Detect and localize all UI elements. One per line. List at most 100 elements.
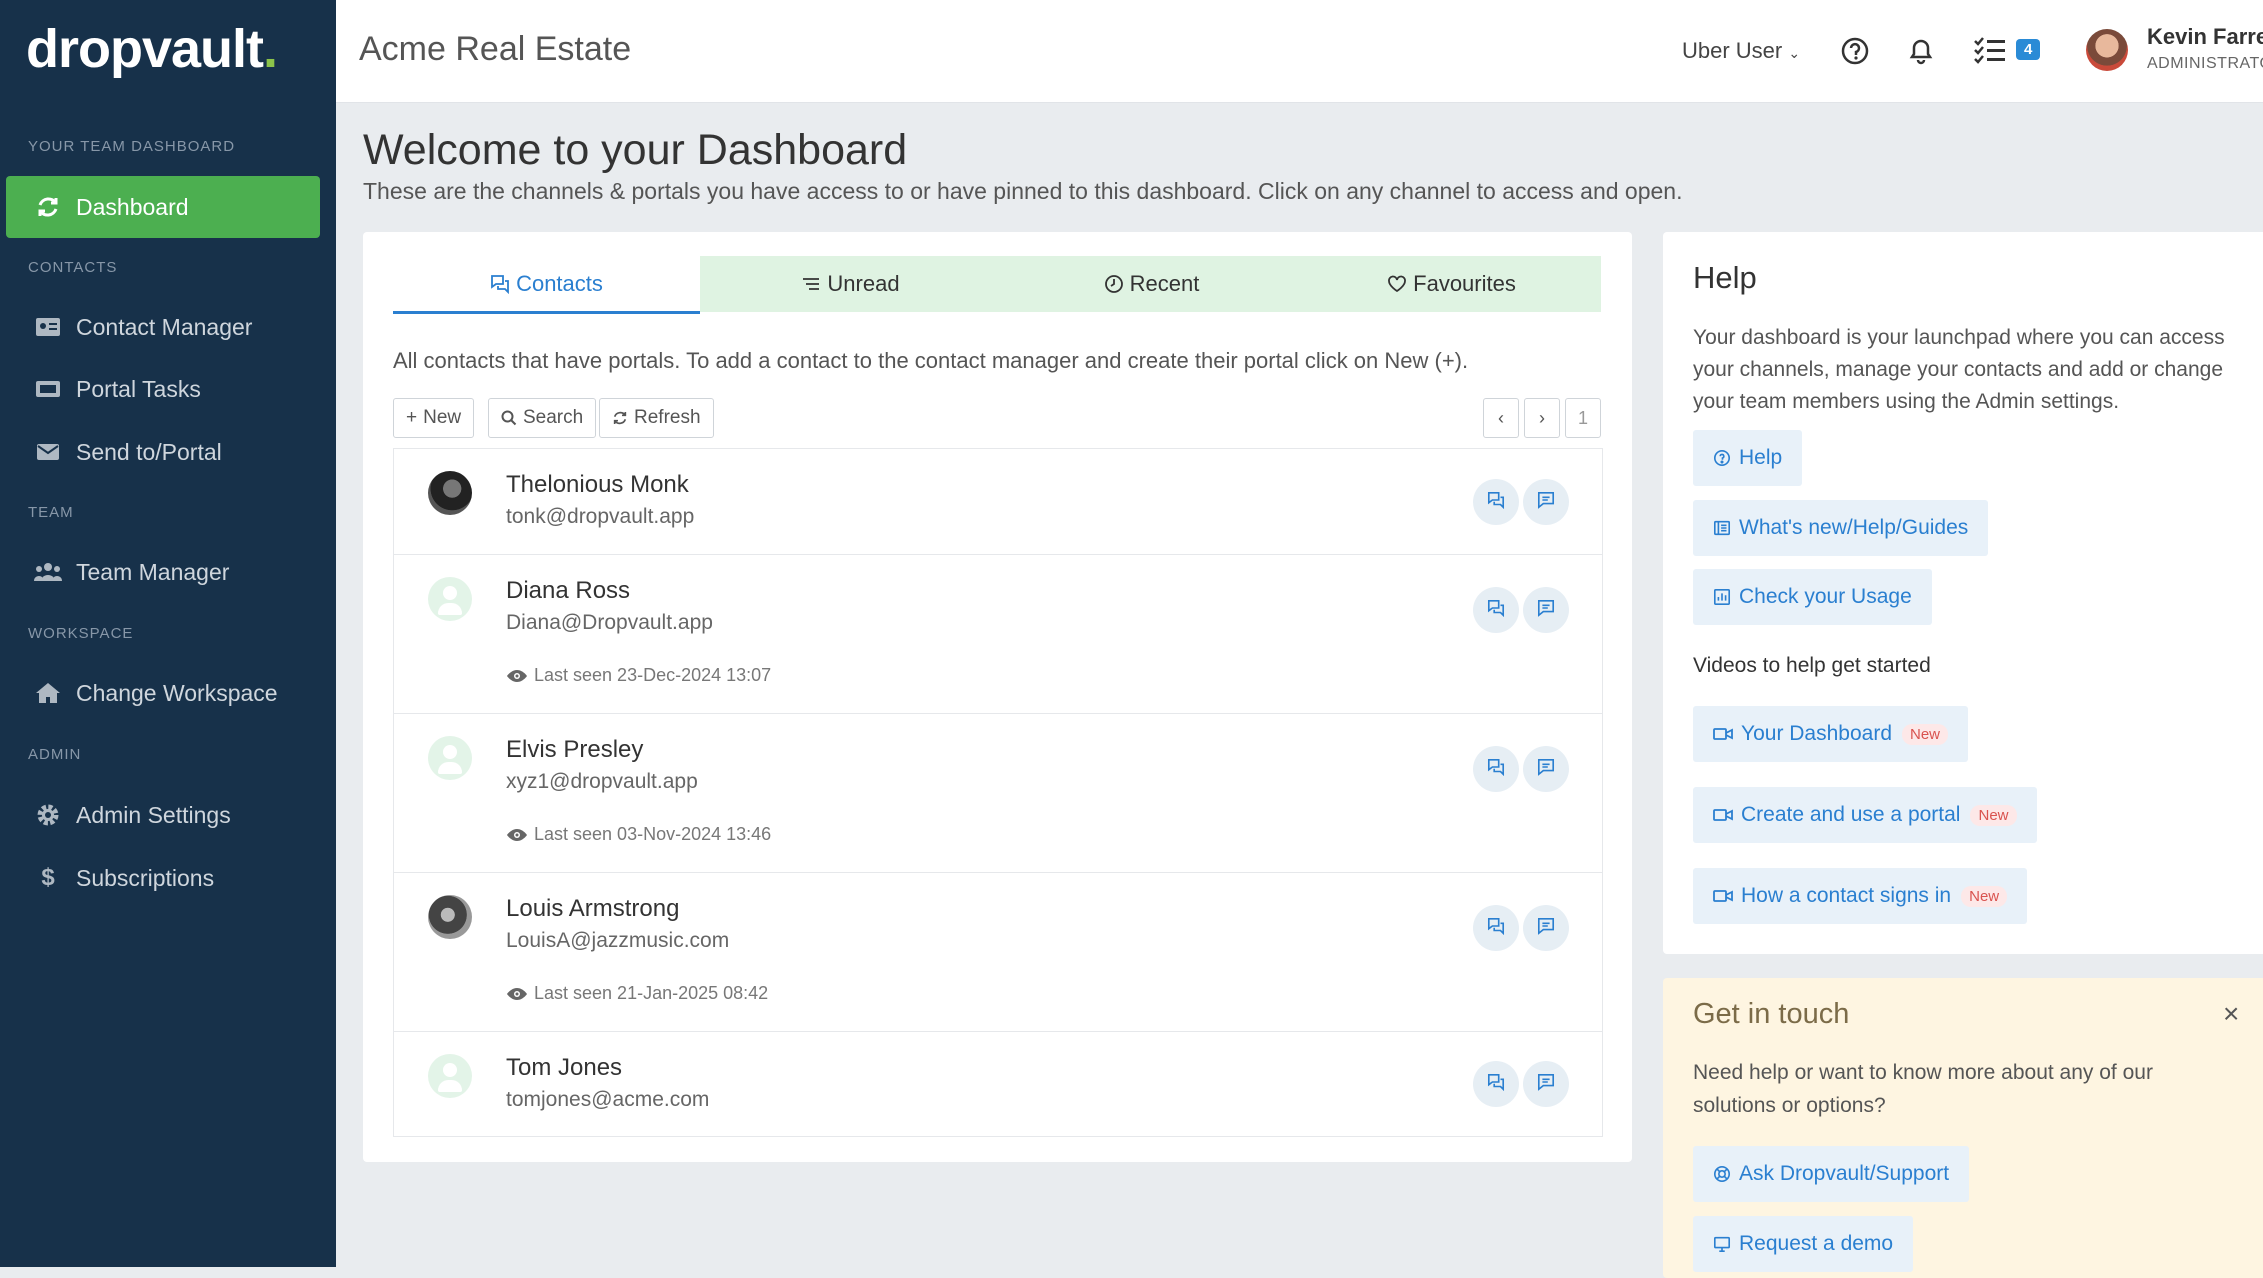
sidebar-item-label: Subscriptions [76, 864, 215, 891]
section-contacts: CONTACTS [28, 259, 118, 276]
open-portal-button[interactable] [1473, 479, 1519, 525]
sidebar-item-label: Dashboard [76, 193, 189, 220]
tab-bar: Contacts Unread Recent Favourites [393, 256, 1601, 314]
video-create-portal-button[interactable]: Create and use a portal New [1693, 787, 2037, 843]
avatar[interactable] [2086, 29, 2128, 71]
video-icon [1713, 889, 1733, 903]
sidebar-item-team-manager[interactable]: Team Manager [6, 541, 320, 603]
monitor-icon [1713, 1235, 1731, 1253]
home-icon [34, 682, 62, 704]
prev-page-button[interactable]: ‹ [1483, 398, 1519, 438]
chevron-right-icon: › [1539, 407, 1545, 428]
avatar [428, 577, 472, 621]
sidebar-item-subscriptions[interactable]: $ Subscriptions [6, 847, 320, 909]
touch-description: Need help or want to know more about any… [1693, 1061, 2153, 1117]
contacts-info-text: All contacts that have portals. To add a… [393, 348, 1469, 373]
search-icon [501, 410, 517, 426]
message-button[interactable] [1523, 905, 1569, 951]
last-seen: Last seen 23-Dec-2024 13:07 [506, 665, 771, 686]
video-your-dashboard-button[interactable]: Your Dashboard New [1693, 706, 1969, 762]
search-button[interactable]: Search [488, 398, 597, 438]
contact-name[interactable]: Louis Armstrong [506, 895, 679, 923]
guide-icon [1713, 519, 1731, 537]
chat-icon [1487, 1073, 1505, 1096]
contact-name[interactable]: Thelonious Monk [506, 471, 689, 499]
contact-email: tomjones@acme.com [506, 1088, 710, 1111]
message-button[interactable] [1523, 746, 1569, 792]
user-menu-dropdown[interactable]: Uber User ⌄ [1682, 38, 1800, 64]
eye-icon [506, 987, 528, 1001]
help-link-button[interactable]: Help [1693, 430, 1803, 486]
envelope-icon [34, 443, 62, 461]
tab-recent[interactable]: Recent [1001, 256, 1302, 312]
chat-icon [490, 274, 510, 294]
open-portal-button[interactable] [1473, 1061, 1519, 1107]
new-button[interactable]: + New [393, 398, 475, 438]
tab-favourites[interactable]: Favourites [1302, 256, 1601, 312]
tab-contacts[interactable]: Contacts [393, 256, 700, 314]
sidebar-item-portal-tasks[interactable]: Portal Tasks [6, 358, 320, 420]
tasks-count-badge: 4 [2016, 39, 2041, 60]
list-item[interactable]: Elvis Presley xyz1@dropvault.app Last se… [394, 714, 1602, 873]
avatar [428, 1054, 472, 1098]
touch-title: Get in touch [1693, 998, 1850, 1030]
new-badge: New [1961, 885, 2008, 907]
eye-icon [506, 828, 528, 842]
dropvault-logo[interactable]: dropvault. [26, 18, 278, 80]
contact-name[interactable]: Tom Jones [506, 1054, 622, 1082]
question-circle-icon [1713, 449, 1731, 467]
tasks-icon [34, 379, 62, 399]
open-portal-button[interactable] [1473, 587, 1519, 633]
bell-icon[interactable] [1907, 36, 1935, 71]
dollar-icon: $ [41, 864, 55, 891]
sidebar-item-label: Send to/Portal [76, 438, 222, 465]
request-demo-button[interactable]: Request a demo [1693, 1216, 1914, 1272]
page-subtitle: These are the channels & portals you hav… [363, 178, 1683, 204]
sidebar-item-dashboard[interactable]: Dashboard [6, 176, 320, 238]
last-seen: Last seen 21-Jan-2025 08:42 [506, 983, 768, 1004]
open-portal-button[interactable] [1473, 746, 1519, 792]
refresh-icon [612, 410, 628, 426]
sidebar-item-admin-settings[interactable]: Admin Settings [6, 784, 320, 846]
list-item[interactable]: Tom Jones tomjones@acme.com [394, 1032, 1602, 1136]
list-item[interactable]: Thelonious Monk tonk@dropvault.app [394, 449, 1602, 555]
user-name[interactable]: Kevin Farrell [2147, 24, 2263, 50]
chat-icon [1487, 758, 1505, 781]
tab-unread[interactable]: Unread [700, 256, 1001, 312]
message-button[interactable] [1523, 1061, 1569, 1107]
lifebuoy-icon [1713, 1165, 1731, 1183]
list-item[interactable]: Diana Ross Diana@Dropvault.app Last seen… [394, 555, 1602, 714]
check-usage-button[interactable]: Check your Usage [1693, 569, 1932, 625]
video-contact-signs-in-button[interactable]: How a contact signs in New [1693, 868, 2028, 924]
contact-email: xyz1@dropvault.app [506, 770, 698, 793]
ask-support-button[interactable]: Ask Dropvault/Support [1693, 1146, 1970, 1202]
message-button[interactable] [1523, 479, 1569, 525]
sidebar-item-label: Portal Tasks [76, 375, 201, 402]
chevron-left-icon: ‹ [1498, 407, 1504, 428]
next-page-button[interactable]: › [1524, 398, 1560, 438]
message-button[interactable] [1523, 587, 1569, 633]
sidebar-item-label: Team Manager [76, 558, 230, 585]
sidebar-item-contact-manager[interactable]: Contact Manager [6, 296, 320, 358]
sidebar-item-change-workspace[interactable]: Change Workspace [6, 662, 320, 724]
help-circle-icon[interactable] [1840, 36, 1870, 71]
tasks-list-icon[interactable] [1973, 36, 2007, 69]
sidebar-item-label: Contact Manager [76, 313, 253, 340]
section-admin: ADMIN [28, 746, 82, 763]
sidebar-item-send-to-portal[interactable]: Send to/Portal [6, 421, 320, 483]
section-team-dashboard: YOUR TEAM DASHBOARD [28, 138, 236, 155]
chat-icon [1487, 599, 1505, 622]
open-portal-button[interactable] [1473, 905, 1519, 951]
message-icon [1537, 758, 1555, 781]
close-icon[interactable]: × [2223, 998, 2239, 1030]
videos-heading: Videos to help get started [1693, 654, 1931, 677]
refresh-button[interactable]: Refresh [599, 398, 714, 438]
contact-name[interactable]: Elvis Presley [506, 736, 643, 764]
whats-new-button[interactable]: What's new/Help/Guides [1693, 500, 1989, 556]
avatar [428, 471, 472, 515]
contact-name[interactable]: Diana Ross [506, 577, 630, 605]
list-item[interactable]: Louis Armstrong LouisA@jazzmusic.com Las… [394, 873, 1602, 1032]
chat-icon [1487, 917, 1505, 940]
new-badge: New [1970, 804, 2017, 826]
avatar [428, 895, 472, 939]
